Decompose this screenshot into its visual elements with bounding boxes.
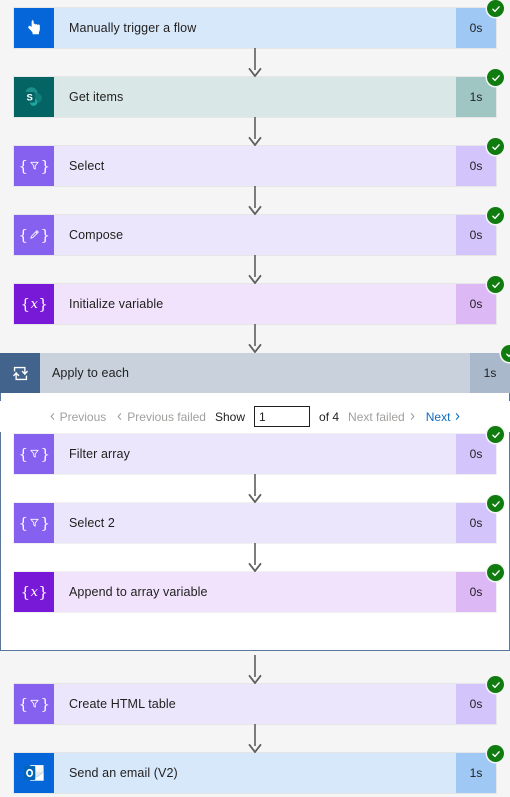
- apply-to-each-title: Apply to each: [52, 366, 130, 380]
- select-braces-icon: {}: [14, 503, 54, 543]
- flow-action-title: Get items: [69, 90, 124, 104]
- pager-next-failed-label: Next failed: [348, 409, 405, 424]
- variable-braces-icon: {x}: [14, 572, 54, 612]
- pager-previous-failed-label: Previous failed: [127, 409, 206, 424]
- pager-page-input[interactable]: [254, 406, 311, 427]
- loop-icon: [0, 353, 40, 393]
- flow-action-card-compose[interactable]: {} Compose 0s: [14, 207, 504, 255]
- status-succeeded-icon: [487, 138, 504, 155]
- pager-next-button[interactable]: Next: [426, 410, 463, 424]
- status-succeeded-icon: [487, 207, 504, 224]
- flow-action-card-send-an-email-v2[interactable]: Send an email (V2) 1s: [14, 745, 504, 793]
- flow-connector-arrow: [0, 324, 510, 353]
- tap-hand-icon: [14, 8, 54, 48]
- flow-action-title: Select: [69, 159, 105, 173]
- status-succeeded-icon: [487, 0, 504, 17]
- flow-action-card-select[interactable]: {} Select 0s: [14, 138, 504, 186]
- flow-action-title: Send an email (V2): [69, 766, 178, 780]
- flow-action-card-append-to-array-variable[interactable]: {x} Append to array variable 0s: [14, 564, 504, 612]
- flow-action-card-initialize-variable[interactable]: {x} Initialize variable 0s: [14, 276, 504, 324]
- flow-connector-arrow: [0, 48, 510, 77]
- svg-text:S: S: [27, 92, 33, 103]
- pager-next-label: Next: [425, 409, 451, 424]
- flow-action-title: Create HTML table: [69, 697, 176, 711]
- apply-to-each-pagination: Previous Previous failed Show of 4 Next fail…: [0, 401, 510, 432]
- flow-connector-arrow: [0, 655, 510, 684]
- flow-action-card-manually-trigger-a-flow[interactable]: Manually trigger a flow 0s: [14, 0, 504, 48]
- sharepoint-icon: S: [14, 77, 54, 117]
- pager-previous-button[interactable]: Previous: [48, 409, 107, 424]
- select-braces-icon: {}: [14, 146, 54, 186]
- flow-action-card-filter-array[interactable]: {} Filter array 0s: [14, 426, 504, 474]
- flow-action-title: Initialize variable: [69, 297, 164, 311]
- pager-previous-failed-button[interactable]: Previous failed: [115, 410, 206, 424]
- flow-connector-arrow: [0, 255, 510, 284]
- flow-action-title: Select 2: [69, 516, 115, 530]
- pager-next-failed-button[interactable]: Next failed: [348, 410, 417, 424]
- status-succeeded-icon: [487, 69, 504, 86]
- apply-to-each-header[interactable]: Apply to each 1s: [0, 345, 510, 393]
- flow-action-title: Manually trigger a flow: [69, 21, 197, 35]
- flow-connector-arrow: [0, 117, 510, 146]
- flow-action-title: Append to array variable: [69, 585, 208, 599]
- pager-show-label: Show: [214, 409, 246, 424]
- status-succeeded-icon: [487, 495, 504, 512]
- pager-previous-label: Previous: [59, 409, 107, 424]
- status-succeeded-icon: [487, 676, 504, 693]
- variable-braces-icon: {x}: [14, 284, 54, 324]
- flow-run-canvas: Manually trigger a flow 0s S Get items 1s{} S…: [0, 0, 510, 797]
- status-succeeded-icon: [487, 564, 504, 581]
- select-braces-icon: {}: [14, 434, 54, 474]
- flow-connector-arrow: [0, 186, 510, 215]
- flow-connector-arrow: [0, 724, 510, 753]
- flow-action-card-get-items[interactable]: S Get items 1s: [14, 69, 504, 117]
- status-succeeded-icon: [487, 745, 504, 762]
- compose-braces-icon: {}: [14, 215, 54, 255]
- flow-action-title: Filter array: [69, 447, 130, 461]
- flow-action-card-select-2[interactable]: {} Select 2 0s: [14, 495, 504, 543]
- pager-of-total-label: of 4: [319, 409, 340, 424]
- status-succeeded-icon: [487, 276, 504, 293]
- flow-action-title: Compose: [69, 228, 124, 242]
- select-braces-icon: {}: [14, 684, 54, 724]
- status-succeeded-icon: [487, 426, 504, 443]
- outlook-icon: [14, 753, 54, 793]
- flow-action-card-create-html-table[interactable]: {} Create HTML table 0s: [14, 676, 504, 724]
